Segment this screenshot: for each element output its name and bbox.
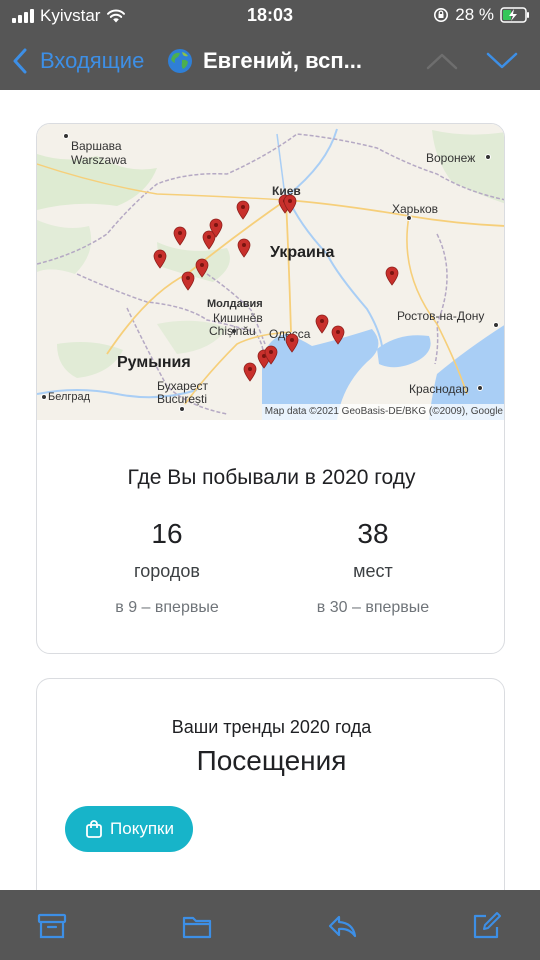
back-chevron-icon[interactable] — [12, 48, 28, 74]
map-label-ukraine: Украина — [270, 244, 335, 261]
map-pin-icon — [385, 266, 399, 286]
status-right: 28 % — [433, 5, 530, 25]
krasnodar-dot — [477, 385, 483, 391]
map-label-rostov: Ростов-на-Дону — [397, 309, 485, 323]
sea-of-azov — [377, 335, 431, 368]
map-pin-icon — [315, 314, 329, 334]
shopping-chip-label: Покупки — [110, 819, 174, 838]
trends-subtitle: Ваши тренды 2020 года — [171, 717, 372, 737]
places-first-time-note: в 30 – впервые — [316, 599, 430, 616]
message-subject-title: Евгений, всп... — [203, 48, 362, 73]
map-background — [37, 128, 504, 420]
map-pin-icon — [264, 345, 278, 365]
rotation-lock-icon — [434, 8, 449, 22]
warsaw-dot — [63, 133, 69, 139]
battery-charging-icon — [500, 7, 529, 23]
map-pin-icon — [331, 325, 345, 345]
places-title: Где Вы побывали в 2020 году — [127, 466, 416, 489]
places-visited-card: Варшава Warszawa Воронеж Киев Харьков Ук… — [36, 123, 505, 654]
map-pin-icon — [195, 258, 209, 278]
map-pin-icon — [181, 271, 195, 291]
map-pin-icon — [209, 218, 223, 238]
map-label-romania: Румыния — [117, 354, 191, 371]
map-label-belgrade: Белград — [48, 391, 91, 403]
places-count: 38 — [357, 518, 389, 549]
visited-places-map[interactable]: Варшава Warszawa Воронеж Киев Харьков Ук… — [37, 124, 504, 420]
globe-icon — [168, 49, 192, 73]
map-pin-icon — [283, 194, 297, 214]
shopping-chip[interactable]: Покупки — [65, 806, 193, 852]
map-label-kharkiv: Харьков — [392, 202, 439, 216]
places-unit: мест — [353, 561, 393, 581]
map-label-warsaw: Варшава — [71, 139, 122, 153]
map-pin-icon — [285, 333, 299, 353]
belgrade-dot — [41, 394, 47, 400]
cities-count: 16 — [151, 518, 183, 549]
map-label-voronezh: Воронеж — [426, 151, 476, 165]
archive-icon[interactable] — [36, 910, 68, 942]
map-label-bucharest-native: București — [157, 392, 208, 406]
back-button-inbox[interactable]: Входящие — [40, 48, 144, 74]
bottom-toolbar — [0, 890, 540, 960]
map-pin-icon — [173, 226, 187, 246]
cities-unit: городов — [134, 561, 200, 581]
map-label-krasnodar: Краснодар — [409, 382, 469, 396]
rostov-dot — [493, 322, 499, 328]
map-pin-icon — [243, 362, 257, 382]
map-pin-icon — [236, 200, 250, 220]
reply-icon[interactable] — [326, 910, 358, 942]
bucharest-dot — [179, 406, 185, 412]
chevron-down-icon[interactable] — [486, 52, 518, 70]
voronezh-dot — [485, 154, 491, 160]
cities-first-time-note: в 9 – впервые — [115, 599, 219, 616]
trends-card: Ваши тренды 2020 года Посещения Покупки — [36, 678, 505, 890]
status-bar: Kyivstar 18:03 28 % — [0, 0, 540, 32]
map-attribution: Map data ©2021 GeoBasis-DE/BKG (©2009), … — [261, 404, 504, 420]
trends-title: Посещения — [196, 745, 347, 776]
battery-percent: 28 % — [455, 5, 494, 24]
chevron-up-icon[interactable] — [426, 52, 458, 70]
shopping-bag-icon — [86, 820, 102, 838]
nav-bar: Входящие Евгений, всп... — [0, 32, 540, 90]
map-label-warsaw-native: Warszawa — [71, 153, 127, 167]
folder-icon[interactable] — [181, 910, 213, 942]
map-label-chisinau-native: Chișinău — [209, 324, 256, 338]
map-pin-icon — [237, 238, 251, 258]
map-label-moldova: Молдавия — [207, 298, 263, 310]
map-pin-icon — [153, 249, 167, 269]
email-content: Варшава Warszawa Воронеж Киев Харьков Ук… — [0, 90, 540, 890]
compose-icon[interactable] — [471, 910, 503, 942]
